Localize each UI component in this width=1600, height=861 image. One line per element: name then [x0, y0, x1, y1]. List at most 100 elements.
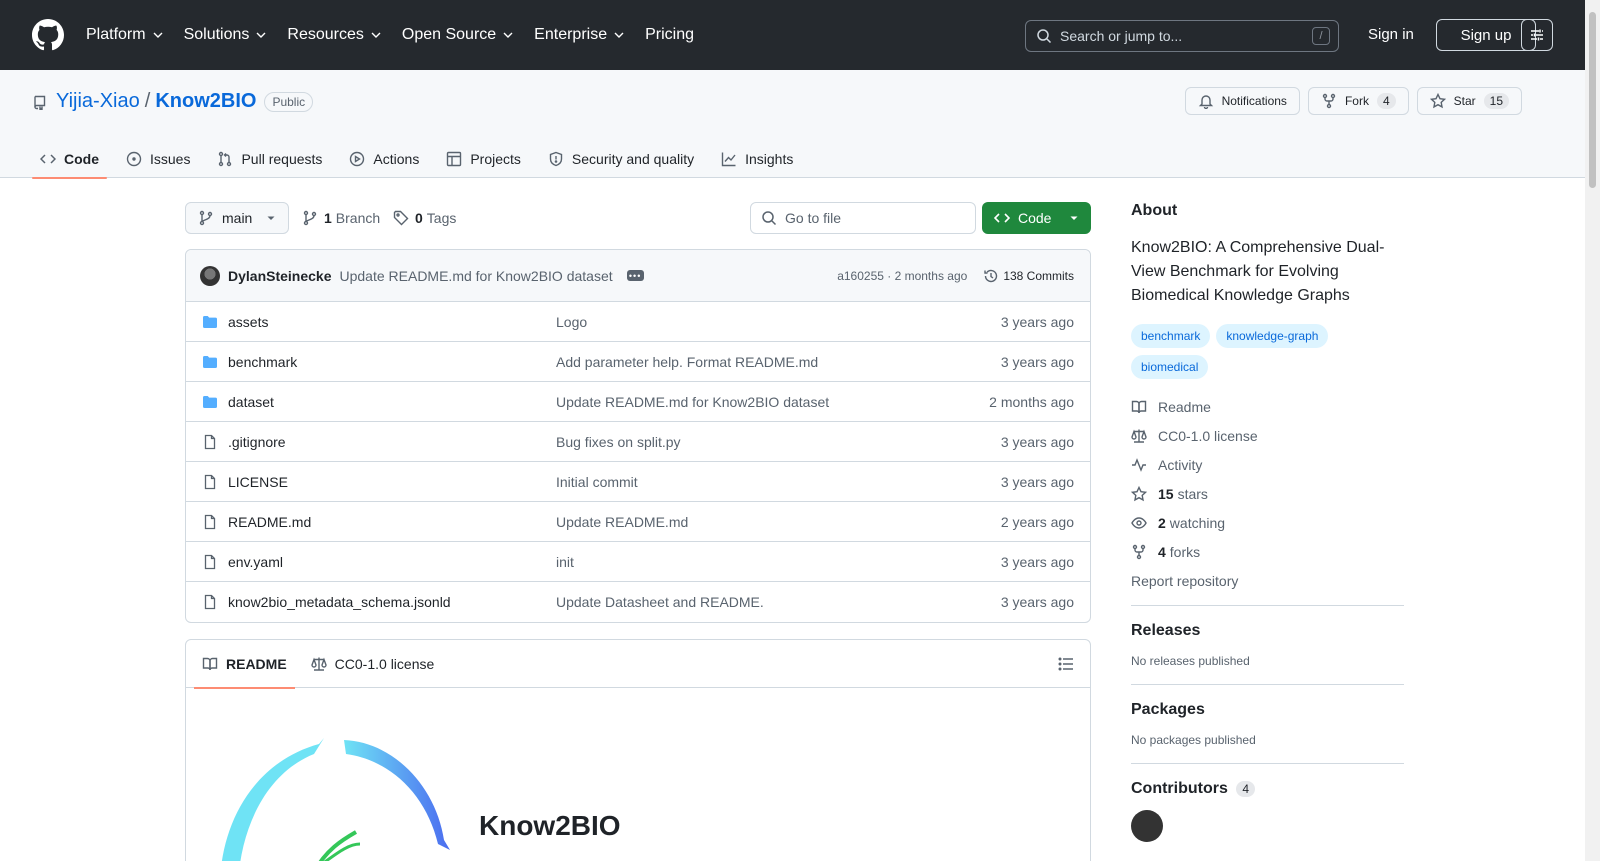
topic-tag[interactable]: knowledge-graph	[1216, 324, 1329, 348]
avatar[interactable]	[1131, 810, 1163, 842]
nav-resources[interactable]: Resources	[287, 26, 381, 44]
table-row[interactable]: know2bio_metadata_schema.jsonld Update Da…	[186, 582, 1090, 622]
nav-open-source[interactable]: Open Source	[402, 26, 514, 44]
go-to-file-input[interactable]: Go to file	[750, 202, 976, 234]
github-logo-icon[interactable]	[32, 19, 64, 51]
file-name-link[interactable]: .gitignore	[228, 434, 556, 450]
table-row[interactable]: assets Logo 3 years ago	[186, 302, 1090, 342]
file-commit-message[interactable]: init	[556, 554, 1001, 570]
file-name-link[interactable]: README.md	[228, 514, 556, 530]
file-commit-message[interactable]: Update README.md	[556, 514, 1001, 530]
file-icon	[204, 474, 216, 489]
branch-selector[interactable]: main	[185, 202, 289, 234]
folder-icon	[203, 395, 217, 408]
file-icon	[204, 594, 216, 610]
topic-tag[interactable]: benchmark	[1131, 324, 1211, 348]
nav-platform[interactable]: Platform	[86, 26, 164, 44]
file-commit-message[interactable]: Add parameter help. Format README.md	[556, 354, 1001, 370]
tab-actions-label: Actions	[373, 151, 420, 167]
issue-icon	[126, 151, 142, 167]
repo-description: Know2BIO: A Comprehensive Dual-View Benc…	[1131, 239, 1385, 304]
topic-tag[interactable]: biomedical	[1131, 355, 1209, 379]
sign-in-link[interactable]: Sign in	[1368, 26, 1414, 43]
fork-icon	[1322, 93, 1336, 109]
chevron-down-icon	[503, 32, 513, 38]
table-row[interactable]: LICENSE Initial commit 3 years ago	[186, 462, 1090, 502]
tab-projects[interactable]: Projects	[438, 140, 529, 178]
tab-security-label: Security and quality	[571, 151, 695, 167]
tab-code[interactable]: Code	[32, 140, 107, 179]
site-menu-button[interactable]	[1521, 19, 1553, 51]
code-dropdown-button[interactable]: Code	[982, 202, 1091, 234]
file-name-link[interactable]: assets	[228, 314, 556, 330]
pull-request-icon	[219, 151, 232, 167]
fork-button[interactable]: Fork 4	[1307, 87, 1409, 115]
tab-readme[interactable]: README	[194, 640, 295, 689]
stars-link[interactable]: 15 stars	[1131, 479, 1404, 508]
readme-link[interactable]: Readme	[1131, 392, 1404, 421]
file-name-link[interactable]: dataset	[228, 394, 556, 410]
eye-icon	[1131, 516, 1147, 529]
releases-heading[interactable]: Releases	[1131, 622, 1404, 640]
caret-down-icon	[267, 216, 275, 220]
contributors-heading[interactable]: Contributors 4	[1131, 780, 1404, 798]
tab-insights[interactable]: Insights	[713, 140, 801, 178]
commit-message[interactable]: Update README.md for Know2BIO dataset	[340, 268, 613, 284]
star-count: 15	[1483, 93, 1509, 109]
commit-hash-time[interactable]: a160255 · 2 months ago	[837, 269, 967, 283]
about-links: Readme CC0-1.0 license Activity 15 stars…	[1131, 392, 1404, 595]
repo-name-link[interactable]: Know2BIO	[155, 90, 256, 113]
branches-link[interactable]: 1 Branch	[302, 210, 380, 226]
file-commit-message[interactable]: Update Datasheet and README.	[556, 594, 1001, 610]
list-outline-icon[interactable]	[1058, 656, 1074, 672]
scrollbar-thumb[interactable]	[1589, 12, 1596, 188]
watching-link[interactable]: 2 watching	[1131, 508, 1404, 537]
file-commit-message[interactable]: Update README.md for Know2BIO dataset	[556, 394, 989, 410]
file-name-link[interactable]: LICENSE	[228, 474, 556, 490]
global-nav: Platform Solutions Resources Open Source…	[86, 0, 714, 70]
table-row[interactable]: benchmark Add parameter help. Format READ…	[186, 342, 1090, 382]
history-icon	[984, 269, 998, 282]
nav-solutions[interactable]: Solutions	[184, 26, 268, 44]
tab-license[interactable]: CC0-1.0 license	[303, 640, 443, 688]
chevron-down-icon	[371, 32, 381, 38]
tab-pull-requests[interactable]: Pull requests	[209, 140, 330, 178]
commits-link[interactable]: 138 Commits	[983, 268, 1074, 284]
avatar[interactable]	[200, 265, 220, 286]
report-repository-link[interactable]: Report repository	[1131, 566, 1404, 595]
branch-label: Branch	[335, 210, 381, 226]
file-name-link[interactable]: env.yaml	[228, 554, 556, 570]
activity-link[interactable]: Activity	[1131, 450, 1404, 479]
packages-heading[interactable]: Packages	[1131, 701, 1404, 719]
repo-owner-link[interactable]: Yijia-Xiao	[56, 90, 140, 113]
tab-security[interactable]: Security and quality	[540, 140, 702, 178]
tags-link[interactable]: 0 Tags	[393, 210, 456, 226]
tab-actions[interactable]: Actions	[341, 140, 427, 178]
table-row[interactable]: env.yaml init 3 years ago	[186, 542, 1090, 582]
file-name-link[interactable]: know2bio_metadata_schema.jsonld	[228, 594, 556, 610]
global-search-input[interactable]: Search or jump to... /	[1025, 20, 1339, 52]
table-row[interactable]: README.md Update README.md 2 years ago	[186, 502, 1090, 542]
file-commit-message[interactable]: Logo	[556, 314, 1001, 330]
nav-pricing[interactable]: Pricing	[645, 26, 694, 44]
tab-issues[interactable]: Issues	[118, 140, 198, 178]
file-commit-message[interactable]: Bug fixes on split.py	[556, 434, 1001, 450]
tab-pull-requests-label: Pull requests	[241, 151, 323, 167]
file-commit-message[interactable]: Initial commit	[556, 474, 1001, 490]
license-link[interactable]: CC0-1.0 license	[1131, 421, 1404, 450]
forks-link[interactable]: 4 forks	[1131, 537, 1404, 566]
expand-commit-button[interactable]: •••	[626, 270, 644, 281]
table-row[interactable]: .gitignore Bug fixes on split.py 3 years a…	[186, 422, 1090, 462]
commit-author[interactable]: DylanSteinecke	[228, 268, 332, 284]
file-name-link[interactable]: benchmark	[228, 354, 556, 370]
page-scrollbar[interactable]	[1585, 0, 1600, 861]
star-button[interactable]: Star 15	[1416, 87, 1522, 115]
nav-platform-label: Platform	[86, 26, 146, 43]
nav-enterprise[interactable]: Enterprise	[534, 26, 625, 44]
branch-icon	[303, 210, 317, 226]
divider	[1131, 684, 1404, 685]
star-label: Star	[1453, 94, 1476, 108]
table-row[interactable]: dataset Update README.md for Know2BIO dat…	[186, 382, 1090, 422]
fork-label: Fork	[1344, 94, 1369, 108]
notifications-button[interactable]: Notifications	[1184, 87, 1300, 115]
